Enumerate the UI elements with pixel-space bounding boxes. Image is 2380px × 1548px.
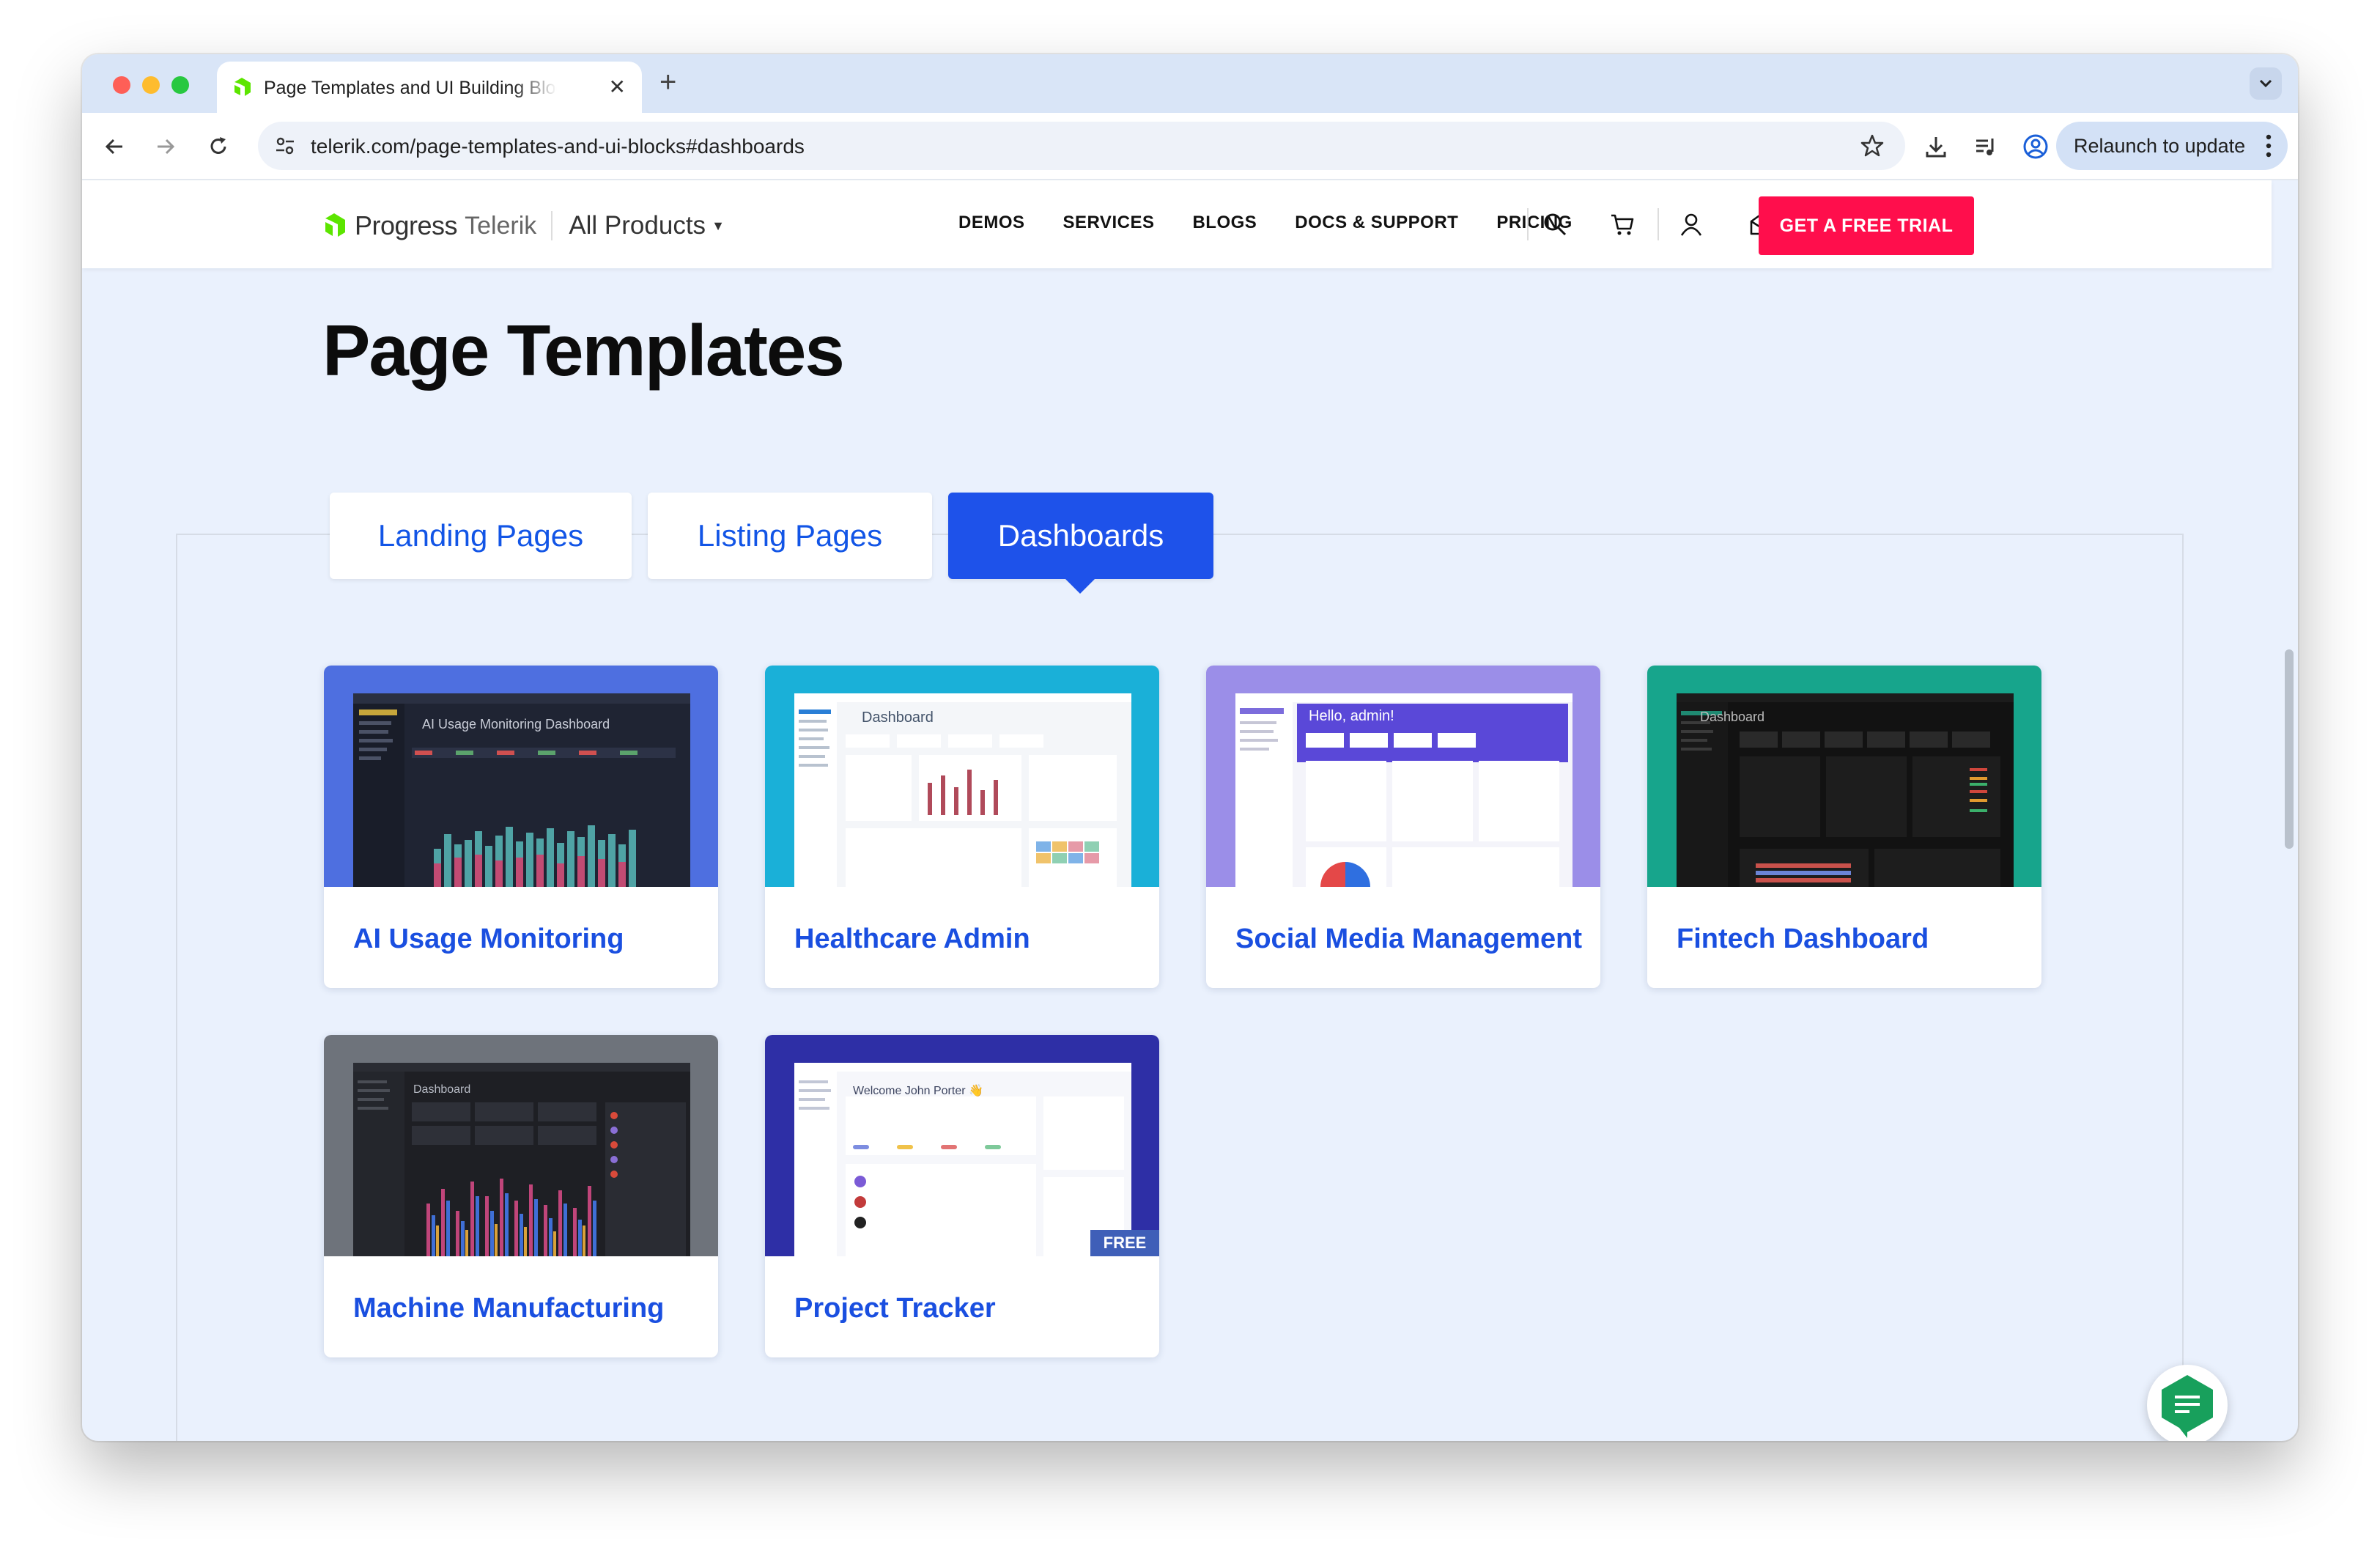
- page-title: Page Templates: [322, 310, 845, 391]
- caret-down-icon: ▼: [712, 218, 725, 233]
- profile-button[interactable]: [2021, 132, 2050, 161]
- nav-services[interactable]: SERVICES: [1063, 213, 1155, 233]
- cart-button[interactable]: [1608, 210, 1637, 239]
- card-title: Machine Manufacturing: [353, 1293, 665, 1324]
- template-card-social-media-management[interactable]: Hello, admin! Social Media Management: [1206, 666, 1600, 988]
- dashboard-preview-image: [1235, 693, 1572, 887]
- thumbnail-heading: Dashboard: [413, 1083, 471, 1096]
- all-products-menu[interactable]: All Products: [569, 211, 706, 240]
- nav-docs-support[interactable]: DOCS & SUPPORT: [1295, 213, 1458, 233]
- maximize-window-button[interactable]: [171, 76, 189, 94]
- card-title: Social Media Management: [1235, 924, 1583, 954]
- site-header: Progress Telerik All Products ▼ DEMOS SE…: [82, 180, 2272, 268]
- template-card-ai-usage-monitoring[interactable]: AI Usage Monitoring Dashboard AI Usage M…: [324, 666, 718, 988]
- search-icon: [1544, 213, 1567, 236]
- template-card-healthcare-admin[interactable]: Dashboard Healthcare Admin: [765, 666, 1159, 988]
- url-text: telerik.com/page-templates-and-ui-blocks…: [311, 135, 805, 158]
- close-window-button[interactable]: [113, 76, 130, 94]
- tab-strip: Page Templates and UI Building Blocks ✕ …: [82, 54, 2298, 113]
- chat-icon: [2162, 1375, 2213, 1438]
- active-tab-pointer: [1064, 578, 1096, 594]
- nav-divider: [1527, 208, 1529, 240]
- user-icon: [1680, 213, 1702, 236]
- address-bar[interactable]: telerik.com/page-templates-and-ui-blocks…: [258, 122, 1905, 170]
- thumbnail-heading: AI Usage Monitoring Dashboard: [422, 717, 610, 731]
- reload-icon: [210, 137, 226, 154]
- free-trial-button[interactable]: GET A FREE TRIAL: [1759, 196, 1974, 255]
- search-button[interactable]: [1540, 210, 1570, 239]
- template-card-machine-manufacturing[interactable]: Dashboard Machine Manufacturing: [324, 1035, 718, 1357]
- minimize-window-button[interactable]: [142, 76, 160, 94]
- logo-divider: [551, 211, 553, 240]
- card-title: Fintech Dashboard: [1677, 924, 1929, 954]
- tab-title: Page Templates and UI Building Blocks: [264, 78, 557, 99]
- free-badge: FREE: [1090, 1230, 1159, 1256]
- browser-window: Page Templates and UI Building Blocks ✕ …: [82, 54, 2298, 1441]
- card-title: AI Usage Monitoring: [353, 924, 624, 954]
- page-scrollbar[interactable]: [2285, 649, 2294, 849]
- bookmark-star-icon[interactable]: [1860, 133, 1885, 158]
- nav-blogs[interactable]: BLOGS: [1192, 213, 1257, 233]
- reload-button[interactable]: [202, 130, 234, 163]
- forward-button[interactable]: [149, 130, 182, 163]
- browser-toolbar: telerik.com/page-templates-and-ui-blocks…: [82, 113, 2298, 180]
- template-card-fintech-dashboard[interactable]: Dashboard Fintech Dashboard: [1647, 666, 2041, 988]
- tab-search-button[interactable]: [2250, 67, 2282, 100]
- chevron-down-icon: [2259, 79, 2272, 88]
- relaunch-label: Relaunch to update: [2074, 135, 2246, 157]
- download-icon: [1926, 137, 1946, 158]
- nav-divider: [1658, 208, 1659, 240]
- back-button[interactable]: [98, 130, 130, 163]
- tab-dashboards[interactable]: Dashboards: [948, 493, 1213, 579]
- dashboard-preview-image: [353, 693, 690, 887]
- progress-logo-icon: [325, 213, 345, 237]
- dashboard-preview-image: [1677, 693, 2014, 887]
- back-arrow-icon: [105, 139, 122, 155]
- new-tab-button[interactable]: +: [659, 66, 676, 99]
- template-thumbnail: Welcome John Porter 👋 FREE: [765, 1035, 1159, 1256]
- progress-telerik-logo[interactable]: Progress Telerik All Products ▼: [321, 210, 725, 242]
- template-thumbnail: Dashboard: [324, 1035, 718, 1256]
- dashboard-preview-image: [794, 1063, 1131, 1256]
- nav-demos[interactable]: DEMOS: [958, 213, 1025, 233]
- playlist-icon: [1976, 139, 1994, 155]
- page-viewport: Progress Telerik All Products ▼ DEMOS SE…: [82, 180, 2298, 1441]
- relaunch-button[interactable]: Relaunch to update: [2056, 122, 2288, 170]
- main-nav: DEMOS SERVICES BLOGS DOCS & SUPPORT PRIC…: [958, 213, 1611, 233]
- thumbnail-heading: Welcome John Porter 👋: [853, 1085, 983, 1097]
- dashboard-preview-image: [794, 693, 1131, 887]
- downloads-button[interactable]: [1921, 132, 1951, 161]
- card-title: Project Tracker: [794, 1293, 996, 1324]
- profile-icon: [2023, 134, 2048, 159]
- tab-listing-pages[interactable]: Listing Pages: [648, 493, 932, 579]
- telerik-favicon-icon: [234, 78, 251, 96]
- dashboard-preview-image: [353, 1063, 690, 1256]
- close-tab-icon[interactable]: ✕: [609, 75, 626, 99]
- template-thumbnail: Hello, admin!: [1206, 666, 1600, 887]
- thumbnail-heading: Dashboard: [862, 710, 934, 726]
- browser-tab[interactable]: Page Templates and UI Building Blocks ✕: [217, 62, 642, 113]
- thumbnail-heading: Hello, admin!: [1309, 708, 1394, 724]
- template-thumbnail: Dashboard: [765, 666, 1159, 887]
- site-settings-icon: [276, 137, 294, 155]
- card-title: Healthcare Admin: [794, 924, 1030, 954]
- more-menu-icon: [2266, 134, 2272, 158]
- media-controls-button[interactable]: [1971, 132, 2000, 161]
- account-button[interactable]: [1677, 210, 1706, 239]
- chat-widget-button[interactable]: [2147, 1365, 2228, 1441]
- cart-icon: [1611, 214, 1634, 235]
- logo-telerik-text: Telerik: [465, 211, 537, 240]
- forward-arrow-icon: [158, 139, 175, 155]
- template-thumbnail: AI Usage Monitoring Dashboard: [324, 666, 718, 887]
- template-card-project-tracker[interactable]: Welcome John Porter 👋 FREE Project Track…: [765, 1035, 1159, 1357]
- logo-progress-text: Progress: [355, 210, 458, 240]
- tab-landing-pages[interactable]: Landing Pages: [330, 493, 632, 579]
- thumbnail-heading: Dashboard: [1700, 710, 1765, 724]
- template-thumbnail: Dashboard: [1647, 666, 2041, 887]
